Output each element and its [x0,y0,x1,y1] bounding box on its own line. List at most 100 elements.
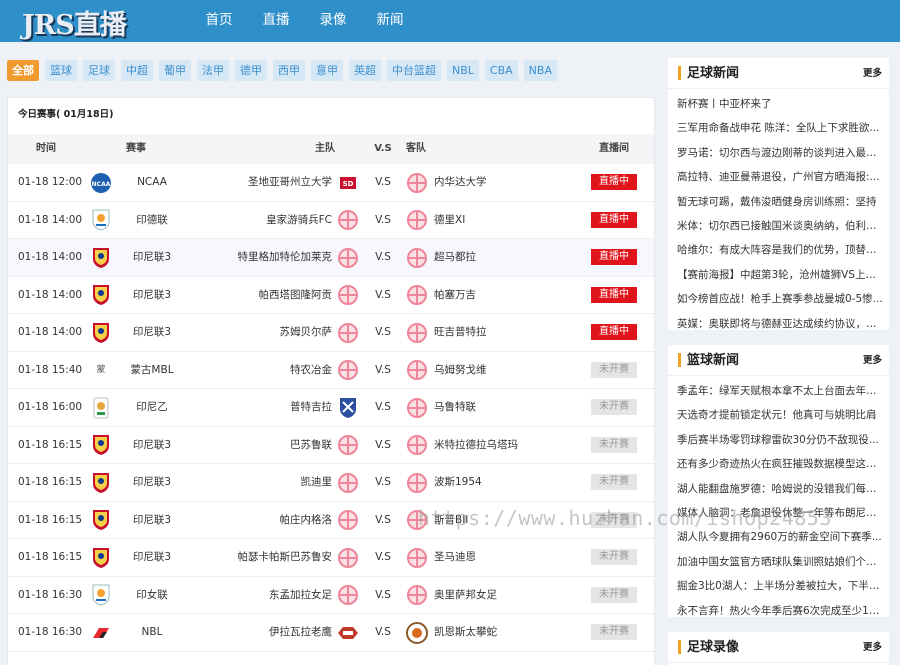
nav-news[interactable]: 新闻 [365,0,415,42]
category-tag[interactable]: NBA [523,60,557,81]
status-badge[interactable]: 直播中 [591,324,637,340]
home-team[interactable]: 凯迪里 [190,464,333,501]
competition-name[interactable]: 印女联 [114,577,190,614]
category-tag[interactable]: 西甲 [273,60,305,81]
category-tag[interactable]: 中台篮超 [387,60,441,81]
away-team[interactable]: 奥里萨邦女足 [434,577,574,614]
competition-name[interactable]: 印尼联3 [114,539,190,576]
news-item[interactable]: 【赛前海报】中超第3轮，沧州雄狮VS上海... [668,263,889,287]
away-team[interactable]: 超马都拉 [434,239,574,276]
home-team[interactable]: 帕西塔图隆阿贡 [190,277,333,314]
match-row[interactable]: 01-18 16:00 印尼乙 普特吉拉 V.S 马鲁特联 未开赛 [8,389,654,427]
news-item[interactable]: 英媒：奥联即将与德赫亚达成续约协议，球... [668,312,889,336]
competition-name[interactable]: 印尼联3 [114,314,190,351]
news-item[interactable]: 新杯赛丨中亚杯来了 [668,92,889,116]
status-badge[interactable]: 未开赛 [591,399,637,415]
away-team[interactable]: 帕塞万吉 [434,277,574,314]
competition-name[interactable]: 印尼联3 [114,277,190,314]
news-item[interactable]: 天选奇才提前锁定状元！他真可与姚明比肩 [668,403,889,427]
category-tag[interactable]: 足球 [83,60,115,81]
away-team[interactable]: 圣马迪恩 [434,539,574,576]
category-tag[interactable]: 中超 [121,60,153,81]
status-badge[interactable]: 未开赛 [591,624,637,640]
home-team[interactable]: 特农冶金 [190,352,332,389]
home-team[interactable]: 皇家游骑兵FC [190,202,332,239]
home-team[interactable]: 伊拉瓦拉老鹰 [190,614,332,651]
news-item[interactable]: 罗马诺：切尔西与渡边刚蒂的谈判进入最后... [668,141,889,165]
category-tag[interactable]: NBL [447,60,479,81]
match-row[interactable]: 01-18 12:00 NCAA NCAA 圣地亚哥州立大学 SD V.S 内华达大学 直播中 [8,164,654,202]
match-row[interactable]: 01-18 15:40 蒙蒙古MBL 特农冶金 V.S 乌姆努戈维 未开赛 [8,352,654,389]
news-item[interactable]: 季孟年：绿军天赋根本拿不太上台面去年的... [668,379,889,403]
competition-name[interactable]: NCAA [114,164,190,201]
competition-name[interactable]: 印尼乙 [114,389,190,426]
category-tag[interactable]: 葡甲 [159,60,191,81]
away-team[interactable]: 内华达大学 [434,164,574,201]
status-badge[interactable]: 直播中 [591,249,637,265]
away-team[interactable]: 米特拉德拉乌塔玛 [434,427,574,464]
away-team[interactable]: 波斯1954 [434,464,574,501]
competition-name[interactable]: 印尼联3 [114,239,190,276]
home-team[interactable]: 东孟加拉女足 [190,577,332,614]
competition-name[interactable]: 印德联 [114,202,190,239]
match-row[interactable]: 01-18 14:00 印尼联3 特里格加特伦加莱克 V.S 超马都拉 直播中 [8,239,654,277]
category-tag[interactable]: 意甲 [311,60,343,81]
home-team[interactable]: 帕瑟卡帕斯巴苏鲁安 [190,539,333,576]
news-item[interactable]: 米体：切尔西已接触国米谈奥纳纳，伯利准... [668,214,889,238]
site-logo[interactable]: JRS直播 [22,3,127,42]
status-badge[interactable]: 未开赛 [591,436,637,453]
match-row[interactable]: 01-18 16:30 NBL 伊拉瓦拉老鹰 V.S 凯恩斯太攀蛇 未开赛 [8,614,654,652]
match-row[interactable]: 01-18 16:30 印女联 东孟加拉女足 V.S 奥里萨邦女足 未开赛 [8,577,654,614]
football-news-more-link[interactable]: 更多 [863,58,882,89]
news-item[interactable]: 掘金3比0湖人：上半场分差被拉大，下半场众... [668,574,889,598]
news-item[interactable]: 加油中国女篮官方晒球队集训照姑娘们个个... [668,550,889,574]
match-row[interactable]: 01-18 16:15 印尼联3 凯迪里 V.S 波斯1954 未开赛 [8,464,654,502]
status-badge[interactable]: 未开赛 [591,361,637,378]
news-item[interactable]: 如今榜首应战！枪手上赛季参战曼城0-5惨... [668,287,889,311]
home-team[interactable]: 帕庄内格洛 [190,502,333,539]
news-item[interactable]: 还有多少奇迹热火在疯狂摧毁数据模型这正... [668,452,889,476]
competition-name[interactable]: 蒙古MBL [114,352,190,389]
status-badge[interactable]: 直播中 [591,286,637,303]
category-tag[interactable]: 法甲 [197,60,229,81]
away-team[interactable]: 马鲁特联 [434,389,574,426]
away-team[interactable]: 德里XI [434,202,574,239]
match-row[interactable]: 01-18 14:00 印尼联3 苏姆贝尔萨 V.S 旺吉普特拉 直播中 [8,314,654,352]
match-row[interactable]: 01-18 16:15 印尼联3 帕瑟卡帕斯巴苏鲁安 V.S 圣马迪恩 未开赛 [8,539,654,577]
match-row[interactable]: 01-18 14:00 印德联 皇家游骑兵FC V.S 德里XI 直播中 [8,202,654,239]
category-tag[interactable]: 英超 [349,60,381,81]
news-item[interactable]: 湖人能翻盘施罗德：哈姆说的没错我们每个... [668,477,889,501]
news-item[interactable]: 高拉特、迪亚曼蒂退役，广州官方晒海报:... [668,165,889,189]
away-team[interactable]: 旺吉普特拉 [434,314,574,351]
category-tag[interactable]: 全部 [7,60,39,81]
status-badge[interactable]: 未开赛 [591,549,637,565]
status-badge[interactable]: 直播中 [591,174,637,190]
status-badge[interactable]: 未开赛 [591,586,637,603]
competition-name[interactable]: 印尼联3 [114,427,190,464]
away-team[interactable]: 乌姆努戈维 [434,352,574,389]
competition-name[interactable]: NBL [114,614,190,651]
home-team[interactable]: 特里格加特伦加莱克 [190,239,333,276]
home-team[interactable]: 普特吉拉 [190,389,332,426]
news-item[interactable]: 三军用命备战申花 陈洋：全队上下求胜欲... [668,116,889,140]
competition-name[interactable]: 印尼联3 [114,464,190,501]
category-tag[interactable]: CBA [484,60,518,81]
status-badge[interactable]: 未开赛 [591,474,637,490]
nav-live[interactable]: 直播 [251,0,301,42]
home-team[interactable]: 巴苏鲁联 [190,427,332,464]
home-team[interactable]: 圣地亚哥州立大学 [190,164,332,201]
news-item[interactable]: 哈维尔：有成大阵容是我们的优势，顶替蒂... [668,238,889,262]
match-row[interactable]: 01-18 14:00 印尼联3 帕西塔图隆阿贡 V.S 帕塞万吉 直播中 [8,277,654,314]
news-item[interactable]: 暂无球可踢，戴伟浚晒健身房训练照：坚持 [668,190,889,214]
competition-name[interactable]: 印尼联3 [114,502,190,539]
category-tag[interactable]: 篮球 [45,60,77,81]
away-team[interactable]: 凯恩斯太攀蛇 [434,614,574,651]
basketball-news-more-link[interactable]: 更多 [863,345,882,376]
news-item[interactable]: 季后赛半场零罚球穆雷砍30分仍不敌现役... [668,428,889,452]
football-video-more-link[interactable]: 更多 [863,632,882,663]
category-tag[interactable]: 德甲 [235,60,267,81]
nav-home[interactable]: 首页 [194,0,244,42]
match-row[interactable]: 01-18 16:15 印尼联3 巴苏鲁联 V.S 米特拉德拉乌塔玛 未开赛 [8,427,654,464]
news-item[interactable]: 永不言弃！热火今年季后赛6次完成至少12... [668,599,889,623]
nav-replay[interactable]: 录像 [308,0,358,42]
